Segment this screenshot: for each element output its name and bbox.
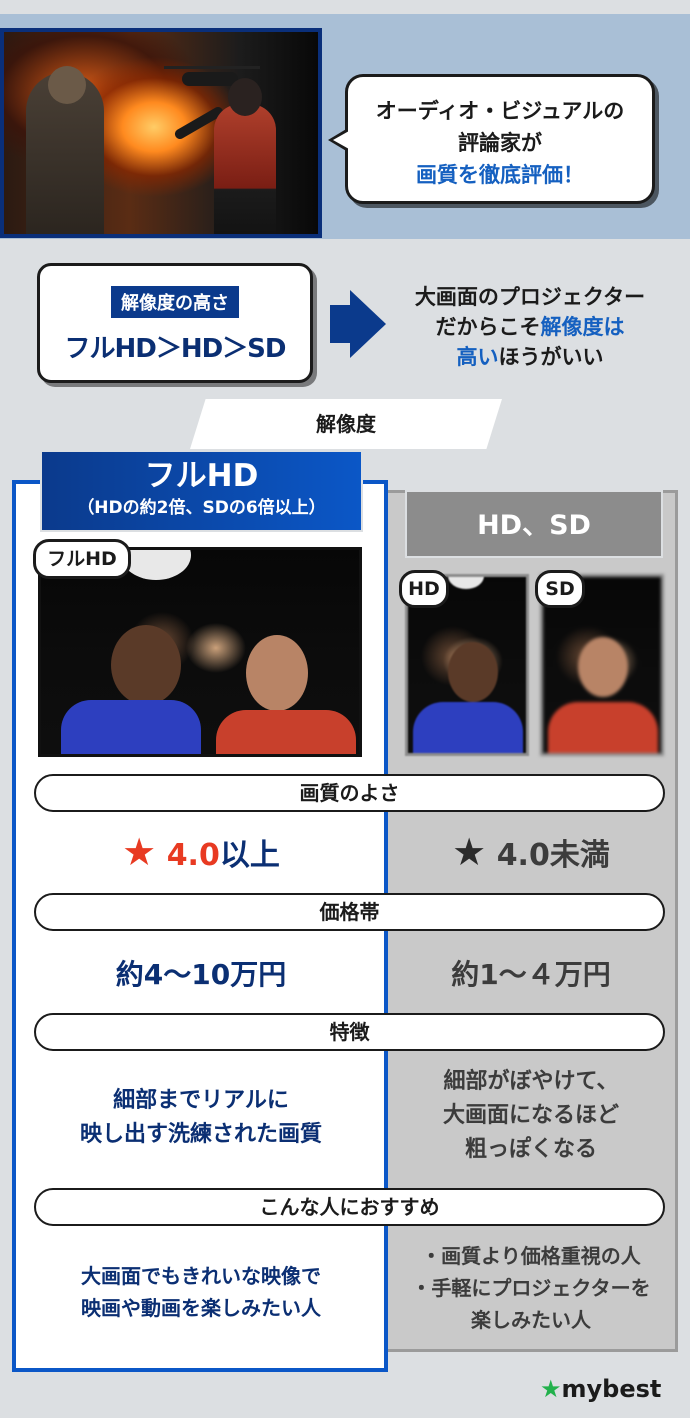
soccer-ball [448, 577, 484, 589]
mybest-logo: ★mybest [540, 1375, 661, 1403]
reviewer-head [228, 78, 262, 116]
full-hd-feature: 細部までリアルに 映し出す洗練された画質 [20, 1084, 382, 1152]
full-hd-reco-line-2: 映画や動画を楽しみたい人 [81, 1296, 321, 1320]
full-hd-rating-value: 4.0 [166, 838, 220, 873]
soldier-head [48, 66, 86, 104]
player-head [578, 637, 628, 697]
star-icon: ★ [452, 830, 487, 874]
player-head [448, 642, 498, 702]
full-hd-rating-suffix: 以上 [219, 838, 280, 873]
hd-sd-header: HD、SD [405, 490, 663, 558]
section-title: 解像度 [190, 399, 502, 449]
player-2-head [246, 635, 308, 711]
right-arrow-icon [330, 305, 352, 343]
resolution-label: 解像度の高さ [111, 286, 239, 318]
player-2-shirt [216, 710, 356, 754]
bubble-line-1: オーディオ・ビジュアルの [375, 99, 625, 123]
hd-sd-rating: ★ 4.0未満 [395, 832, 667, 876]
bubble-line-2: 評論家が [458, 131, 542, 155]
note-line-3: 高いほうがいい [390, 342, 670, 372]
hd-sd-rating-value: 4.0未満 [496, 838, 610, 873]
full-hd-feature-line-1: 細部までリアルに [113, 1088, 289, 1113]
hd-sd-reco-line-2: ・手軽にプロジェクターを [411, 1276, 651, 1300]
brand-star-icon: ★ [540, 1375, 562, 1403]
brand-name: mybest [561, 1375, 662, 1403]
note-line-2: だからこそ解像度は [390, 312, 670, 342]
hero-photo [0, 28, 322, 238]
full-hd-header: フルHD （HDの約2倍、SDの6倍以上） [40, 450, 363, 532]
hd-sd-feature: 細部がぼやけて、 大画面になるほど 粗っぽくなる [395, 1065, 667, 1167]
reviewer-figure [214, 104, 276, 234]
soccer-ball [121, 550, 191, 580]
note-line-2b: 解像度は [540, 315, 625, 339]
player-1-shirt [61, 700, 201, 754]
full-hd-title: フルHD [144, 458, 259, 494]
star-icon: ★ [122, 830, 157, 874]
full-hd-reco-line-1: 大画面でもきれいな映像で [81, 1264, 321, 1288]
speech-bubble: オーディオ・ビジュアルの 評論家が 画質を徹底評価！ [345, 74, 655, 204]
hd-sd-reco-line-1: ・画質より価格重視の人 [421, 1244, 641, 1268]
player-shirt [413, 702, 523, 753]
bubble-line-3: 画質を徹底評価！ [416, 163, 584, 187]
full-hd-feature-line-2: 映し出す洗練された画質 [79, 1122, 322, 1147]
row-label-quality: 画質のよさ [34, 774, 665, 812]
hd-sd-price: 約1〜４万円 [451, 958, 611, 991]
note-line-2a: だからこそ [435, 315, 541, 339]
full-hd-price: 約4〜10万円 [115, 958, 287, 991]
note-line-3b: ほうがいい [498, 345, 604, 369]
player-1-head [111, 625, 181, 705]
hd-sd-recommendation: ・画質より価格重視の人 ・手軽にプロジェクターを 楽しみたい人 [395, 1240, 667, 1336]
note-line-1: 大画面のプロジェクター [414, 285, 646, 309]
hd-sd-feature-line-3: 粗っぽくなる [464, 1137, 597, 1162]
hd-sd-feature-line-2: 大画面になるほど [442, 1103, 619, 1128]
hd-sd-feature-line-1: 細部がぼやけて、 [443, 1069, 619, 1094]
helicopter-rotor [164, 66, 260, 69]
speech-bubble-tail-fill [333, 131, 349, 149]
full-hd-rating: ★ 4.0以上 [20, 832, 382, 876]
right-arrow-head-icon [350, 290, 386, 358]
full-hd-photo-tag: フルHD [33, 539, 131, 579]
sd-photo-tag: SD [535, 570, 585, 608]
row-label-features: 特徴 [34, 1013, 665, 1051]
resolution-order: フルHD＞HD＞SD [64, 334, 287, 364]
row-label-recommended: こんな人におすすめ [34, 1188, 665, 1226]
note-line-3a: 高い [456, 345, 499, 369]
resolution-note: 大画面のプロジェクター だからこそ解像度は 高いほうがいい [390, 282, 670, 372]
full-hd-recommendation: 大画面でもきれいな映像で 映画や動画を楽しみたい人 [20, 1260, 382, 1324]
resolution-order-box: 解像度の高さ フルHD＞HD＞SD [37, 263, 313, 383]
hd-photo-tag: HD [399, 570, 449, 608]
full-hd-subtitle: （HDの約2倍、SDの6倍以上） [77, 498, 326, 518]
row-label-price: 価格帯 [34, 893, 665, 931]
helicopter-icon [182, 72, 238, 86]
player-shirt [548, 702, 658, 753]
hd-sd-reco-line-3: 楽しみたい人 [471, 1308, 591, 1332]
